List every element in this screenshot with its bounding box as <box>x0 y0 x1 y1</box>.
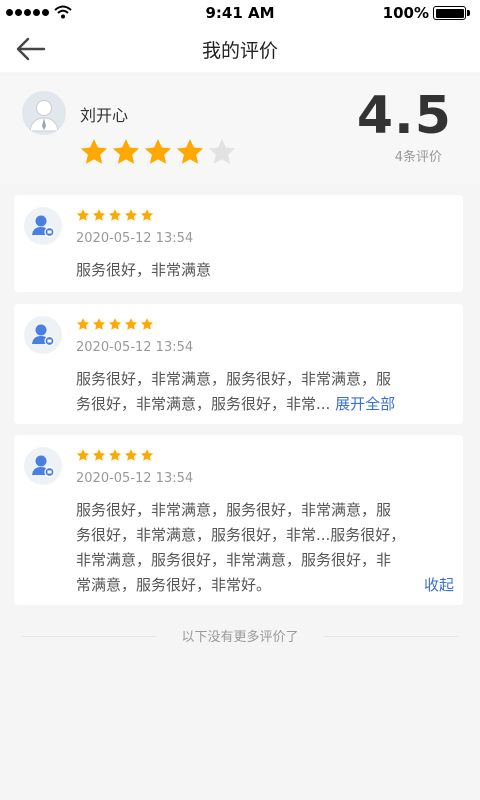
star-filled-icon <box>92 449 106 461</box>
user-avatar-icon <box>32 324 55 347</box>
star-filled-icon <box>124 318 138 330</box>
review-text-line: 服务很好，非常满意 <box>76 261 212 279</box>
reviewer-avatar <box>24 316 62 354</box>
star-empty-icon <box>208 139 236 164</box>
user-avatar-icon <box>32 455 55 478</box>
status-right: 100% <box>382 4 470 22</box>
star-filled-icon <box>76 209 90 221</box>
review-stars <box>76 208 154 222</box>
review-text-line: 务很好，非常满意，服务很好，非常... 展开全部 <box>76 392 454 417</box>
star-filled-icon <box>92 318 106 330</box>
star-filled-icon <box>176 139 204 164</box>
rating-count: 4条评价 <box>394 150 442 165</box>
page-title: 我的评价 <box>201 40 278 62</box>
review-card: 2020-05-12 13:54 服务很好，非常满意，服务很好，非常满意，服 务… <box>14 304 463 424</box>
star-filled-icon <box>92 209 106 221</box>
rating-score: 4.5 <box>356 86 452 146</box>
review-stars <box>76 448 154 462</box>
review-text: 服务很好，非常满意，服务很好，非常满意，服 务很好，非常满意，服务很好，非常..… <box>76 367 454 417</box>
star-filled-icon <box>124 209 138 221</box>
nav-bar: 我的评价 <box>0 26 480 72</box>
star-filled-icon <box>144 139 172 164</box>
review-text: 服务很好，非常满意，服务很好，非常满意，服 务很好，非常满意，服务很好，非常..… <box>76 498 454 598</box>
star-filled-icon <box>76 318 90 330</box>
review-text: 服务很好，非常满意 <box>76 258 454 283</box>
review-date: 2020-05-12 13:54 <box>76 231 194 246</box>
user-avatar-icon <box>22 91 66 135</box>
battery-icon <box>433 6 470 20</box>
status-bar: 9:41 AM 100% <box>0 0 480 26</box>
star-filled-icon <box>108 449 122 461</box>
star-filled-icon <box>108 209 122 221</box>
collapse-link[interactable]: 收起 <box>424 573 454 598</box>
reviewer-avatar <box>24 447 62 485</box>
user-avatar <box>22 91 66 135</box>
review-stars <box>76 317 154 331</box>
rating-summary: 刘开心 4.5 4条评价 <box>0 76 480 184</box>
review-text-line: 非常满意，服务很好，非常满意，服务很好，非 <box>76 551 392 569</box>
reviewer-avatar <box>24 207 62 245</box>
star-filled-icon <box>140 449 154 461</box>
review-text-line: 服务很好，非常满意，服务很好，非常满意，服 <box>76 501 392 519</box>
review-date: 2020-05-12 13:54 <box>76 471 194 486</box>
user-name: 刘开心 <box>80 106 129 125</box>
star-filled-icon <box>76 449 90 461</box>
star-filled-icon <box>140 318 154 330</box>
no-more-reviews-text: 以下没有更多评价了 <box>181 630 299 645</box>
review-card: 2020-05-12 13:54 服务很好，非常满意 <box>14 195 463 292</box>
star-filled-icon <box>108 318 122 330</box>
star-filled-icon <box>112 139 140 164</box>
battery-percent: 100% <box>382 4 429 22</box>
star-filled-icon <box>140 209 154 221</box>
summary-stars <box>79 137 237 166</box>
user-avatar-icon <box>32 215 55 238</box>
review-text-partial: 务很好，非常满意，服务很好，非常... <box>76 395 331 413</box>
star-filled-icon <box>124 449 138 461</box>
review-text-line: 常满意，服务很好，非常好。 收起 <box>76 573 454 598</box>
review-date: 2020-05-12 13:54 <box>76 340 194 355</box>
review-card: 2020-05-12 13:54 服务很好，非常满意，服务很好，非常满意，服 务… <box>14 435 463 605</box>
star-filled-icon <box>80 139 108 164</box>
review-text-line: 务很好，非常满意，服务很好，非常...服务很好， <box>76 526 406 544</box>
expand-all-link[interactable]: 展开全部 <box>335 395 395 413</box>
review-text-line: 服务很好，非常满意，服务很好，非常满意，服 <box>76 370 392 388</box>
review-text-partial: 常满意，服务很好，非常好。 <box>76 576 272 594</box>
